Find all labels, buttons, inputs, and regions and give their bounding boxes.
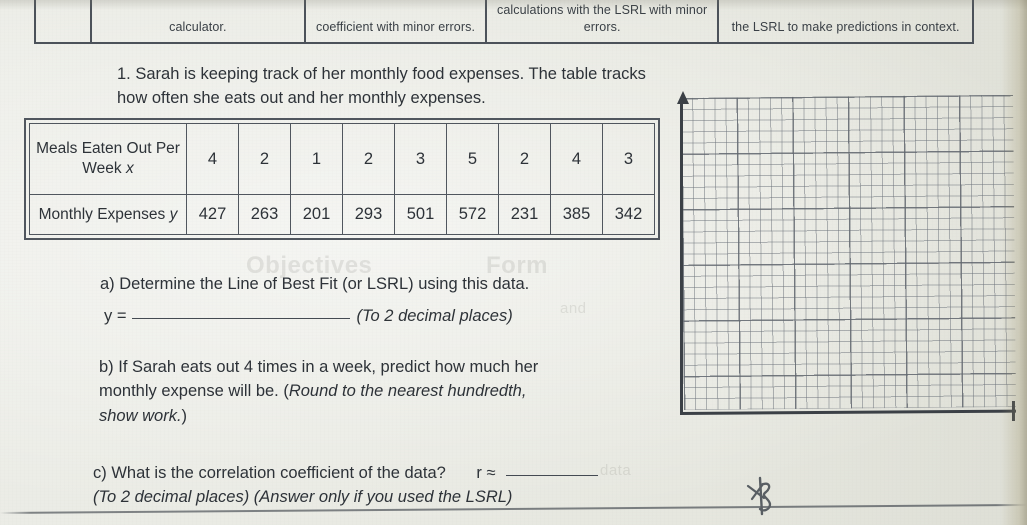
- data-table: Meals Eaten Out Per Week x 4 2 1 2 3 5 2…: [29, 122, 655, 235]
- blank-coordinate-grid[interactable]: [676, 91, 1017, 428]
- rubric-cell-text: coefficient with minor errors.: [315, 19, 476, 34]
- part-a-answer-prefix: y =: [104, 307, 127, 325]
- cell-y-1: 263: [238, 194, 291, 235]
- cell-y-4: 501: [394, 194, 447, 235]
- rubric-cell-text: calculations with the LSRL with minor er…: [496, 2, 708, 34]
- handwritten-mark: [742, 468, 794, 518]
- part-a-answer-note: (To 2 decimal places): [356, 307, 513, 325]
- cell-x-0: 4: [186, 122, 239, 196]
- cell-y-3: 293: [342, 194, 395, 235]
- cell-y-8: 342: [602, 194, 655, 235]
- part-a-answer-row: y = (To 2 decimal places): [104, 307, 664, 326]
- rubric-cell-3: calculations with the LSRL with minor er…: [487, 0, 720, 42]
- row-header-x-var: x: [125, 160, 134, 178]
- row-header-y-var: y: [169, 205, 178, 223]
- part-b-line3-plain: ): [181, 406, 188, 425]
- data-table-frame: Meals Eaten Out Per Week x 4 2 1 2 3 5 2…: [24, 118, 660, 240]
- part-b-line1: b) If Sarah eats out 4 times in a week, …: [99, 358, 539, 376]
- cell-x-5: 5: [446, 122, 499, 196]
- cell-x-4: 3: [394, 122, 447, 196]
- rubric-cell-2: coefficient with minor errors.: [306, 0, 488, 42]
- rubric-table: calculator. coefficient with minor error…: [34, 0, 974, 44]
- part-b-line2-plain: monthly expense will be. (: [99, 382, 289, 401]
- rubric-row: calculator. coefficient with minor error…: [34, 0, 974, 44]
- cell-y-5: 572: [446, 194, 499, 235]
- x-axis-end-tick: [1012, 401, 1015, 421]
- part-b-line2: monthly expense will be. (Round to the n…: [99, 379, 651, 403]
- graph-paper-grid: [681, 94, 1016, 410]
- rubric-cell-4: the LSRL to make predictions in context.: [719, 0, 972, 42]
- part-c-answer-blank[interactable]: [506, 475, 599, 476]
- part-b-line2-italic: Round to the nearest hundredth,: [288, 382, 527, 401]
- rubric-cell-text: the LSRL to make predictions in context.: [731, 19, 960, 34]
- table-row: Meals Eaten Out Per Week x 4 2 1 2 3 5 2…: [29, 122, 655, 196]
- row-header-y: Monthly Expenses y: [29, 194, 187, 235]
- handwritten-mark-icon: [746, 476, 772, 516]
- problem-statement: 1. Sarah is keeping track of her monthly…: [117, 65, 646, 108]
- worksheet-photo: Objectives Form and data calculator. coe…: [0, 0, 1027, 525]
- y-axis: [676, 91, 689, 414]
- part-c-line2: (To 2 decimal places) (Answer only if yo…: [93, 488, 513, 507]
- x-axis: [679, 409, 1017, 415]
- part-b-line3: show work.): [99, 404, 651, 428]
- part-c-block: c) What is the correlation coefficient o…: [93, 461, 693, 510]
- cell-y-0: 427: [186, 194, 239, 235]
- part-c-r-label: r ≈: [476, 464, 496, 482]
- cell-x-7: 4: [550, 122, 603, 196]
- cell-y-6: 231: [498, 194, 551, 235]
- part-b-block: b) If Sarah eats out 4 times in a week, …: [99, 355, 651, 428]
- part-a-text: a) Determine the Line of Best Fit (or LS…: [100, 275, 530, 293]
- cell-x-6: 2: [498, 122, 551, 196]
- rubric-cell-text: calculator.: [169, 19, 227, 34]
- cell-y-2: 201: [290, 194, 343, 235]
- cell-x-1: 2: [238, 122, 291, 196]
- cell-x-2: 1: [290, 122, 343, 196]
- cell-y-7: 385: [550, 194, 603, 235]
- cell-x-3: 2: [342, 122, 395, 196]
- cell-x-8: 3: [602, 122, 655, 196]
- part-b-line3-italic: show work.: [99, 406, 182, 425]
- row-header-x-label: Meals Eaten Out Per Week: [36, 140, 180, 178]
- part-c-line1: c) What is the correlation coefficient o…: [93, 464, 446, 482]
- part-c-line1-row: c) What is the correlation coefficient o…: [93, 461, 693, 485]
- row-header-y-label: Monthly Expenses: [38, 205, 166, 223]
- y-axis-arrow-icon: [676, 91, 689, 104]
- part-a-answer-blank[interactable]: [132, 318, 351, 319]
- row-header-x: Meals Eaten Out Per Week x: [29, 122, 187, 196]
- rubric-cell-1: calculator.: [92, 0, 306, 42]
- table-row: Monthly Expenses y 427 263 201 293 501 5…: [29, 194, 655, 235]
- rubric-cell-0: [36, 0, 92, 42]
